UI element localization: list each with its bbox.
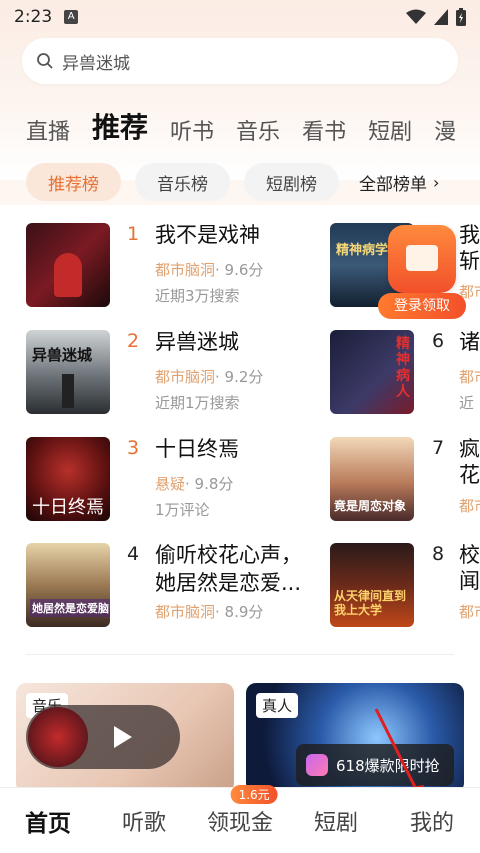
book-meta: 都市脑洞· 9.2分 (155, 366, 263, 387)
book-cover: 竟是周恋对象 (330, 437, 414, 521)
book-genre: 都市脑洞 (155, 261, 216, 279)
status-bar: 2:23 A (0, 0, 480, 34)
all-rankings-link[interactable]: 全部榜单 › (353, 163, 439, 201)
tab-live[interactable]: 直播 (26, 114, 70, 146)
book-score: · 9.8分 (185, 475, 234, 493)
cover-title: 她居然是恋爱脑 (30, 599, 110, 617)
chip-recommend-rank[interactable]: 推荐榜 (26, 163, 121, 201)
chip-drama-rank[interactable]: 短剧榜 (244, 163, 339, 201)
rank-number: 7 (432, 437, 445, 459)
book-meta: 悬疑· 9.8分 (155, 473, 233, 494)
bottom-nav: 首页 听歌 1.6元 领现金 短剧 我的 (0, 784, 480, 853)
book-cover (26, 223, 110, 307)
red-envelope-icon (388, 225, 456, 293)
gift-icon (306, 754, 328, 776)
book-stat: 近期1万搜索 (155, 394, 240, 412)
ranking-chips: 推荐榜 音乐榜 短剧榜 全部榜单 › (0, 162, 480, 202)
cover-title: 竟是周恋对象 (334, 499, 407, 513)
book-score: · 9.2分 (215, 368, 264, 386)
login-reward-label: 登录领取 (378, 293, 466, 319)
book-title: 疯 (459, 437, 480, 461)
nav-home[interactable]: 首页 (0, 804, 96, 838)
nav-listen[interactable]: 听歌 (96, 805, 192, 837)
book-genre: 都市 (459, 603, 480, 621)
book-title-line2: 她居然是恋爱... (155, 571, 302, 595)
book-genre: 悬疑 (155, 475, 186, 493)
book-title-line2: 闻 (459, 569, 480, 593)
chevron-right-icon: › (433, 172, 440, 192)
cover-title: 异兽迷城 (32, 346, 93, 364)
book-title: 偷听校花心声， (155, 543, 302, 567)
login-reward-redpacket[interactable]: 登录领取 (378, 225, 466, 321)
tab-music[interactable]: 音乐 (236, 114, 280, 146)
tab-recommend[interactable]: 推荐 (92, 106, 148, 146)
search-bar[interactable]: 异兽迷城 (22, 38, 458, 84)
book-cover: 从天律间直到我上大学 (330, 543, 414, 627)
notification-icon: A (64, 10, 79, 24)
card-tag: 真人 (256, 693, 299, 718)
list-item[interactable]: 十日终焉 3 十日终焉 悬疑· 9.8分 1万评论 (26, 437, 326, 527)
book-title: 十日终焉 (155, 437, 239, 461)
book-score: · 9.6分 (215, 261, 264, 279)
book-genre: 都市 (459, 368, 480, 386)
list-item[interactable]: 1 我不是戏神 都市脑洞· 9.6分 近期3万搜索 (26, 223, 326, 313)
chip-music-rank[interactable]: 音乐榜 (135, 163, 230, 201)
nav-me[interactable]: 我的 (384, 805, 480, 837)
book-cover: 她居然是恋爱脑 (26, 543, 110, 627)
nav-earn-cash[interactable]: 1.6元 领现金 (192, 784, 288, 837)
book-title: 异兽迷城 (155, 330, 239, 354)
list-item[interactable]: 精神病人 6 诸 都市 近 (330, 330, 480, 420)
book-title: 诸 (459, 330, 480, 354)
cash-badge: 1.6元 (230, 784, 278, 804)
book-cover: 异兽迷城 (26, 330, 110, 414)
rank-number: 2 (127, 330, 140, 352)
book-cover: 十日终焉 (26, 437, 110, 521)
cover-title: 十日终焉 (32, 497, 104, 518)
all-rankings-label: 全部榜单 (359, 174, 427, 195)
cover-title: 从天律间直到我上大学 (334, 589, 407, 617)
top-tabs: 直播 推荐 听书 音乐 看书 短剧 漫 (0, 100, 480, 146)
signal-icon (434, 9, 448, 25)
book-meta: 都市脑洞· 8.9分 (155, 601, 263, 622)
book-title: 校 (459, 543, 480, 567)
nav-short-drama[interactable]: 短剧 (288, 805, 384, 837)
tab-comics[interactable]: 漫 (434, 114, 456, 146)
list-item[interactable]: 她居然是恋爱脑 4 偷听校花心声， 她居然是恋爱... 都市脑洞· 8.9分 (26, 543, 326, 633)
cover-title: 精神病人 (396, 336, 410, 400)
rank-number: 8 (432, 543, 445, 565)
tab-audiobook[interactable]: 听书 (170, 114, 214, 146)
play-icon[interactable] (114, 726, 132, 748)
rank-number: 3 (127, 437, 140, 459)
tab-short-drama[interactable]: 短剧 (368, 114, 412, 146)
rank-number: 4 (127, 543, 140, 565)
search-placeholder: 异兽迷城 (62, 53, 130, 74)
book-meta: 都市脑洞· 9.6分 (155, 259, 263, 280)
book-title: 我不是戏神 (155, 223, 260, 247)
list-item[interactable]: 竟是周恋对象 7 疯 花 都市 (330, 437, 480, 527)
book-genre: 都市 (459, 497, 480, 515)
mini-player[interactable] (26, 705, 180, 769)
status-time: 2:23 (14, 7, 53, 27)
book-cover: 精神病人 (330, 330, 414, 414)
nav-earn-cash-label: 领现金 (206, 810, 273, 836)
book-title-line2: 花 (459, 463, 480, 487)
book-genre: 都市脑洞 (155, 603, 216, 621)
rank-number: 6 (432, 330, 445, 352)
book-score: · 8.9分 (215, 603, 264, 621)
search-icon (37, 53, 53, 69)
battery-icon (456, 8, 466, 26)
book-stat: 近期3万搜索 (155, 287, 240, 305)
list-item[interactable]: 异兽迷城 2 异兽迷城 都市脑洞· 9.2分 近期1万搜索 (26, 330, 326, 420)
book-stat: 近 (459, 394, 475, 412)
tab-reading[interactable]: 看书 (302, 114, 346, 146)
book-genre: 都市脑洞 (155, 368, 216, 386)
wifi-icon (406, 9, 426, 24)
book-stat: 1万评论 (155, 501, 210, 519)
rank-number: 1 (127, 223, 140, 245)
list-item[interactable]: 从天律间直到我上大学 8 校 闻 都市 (330, 543, 480, 633)
now-playing-cover (28, 707, 88, 767)
